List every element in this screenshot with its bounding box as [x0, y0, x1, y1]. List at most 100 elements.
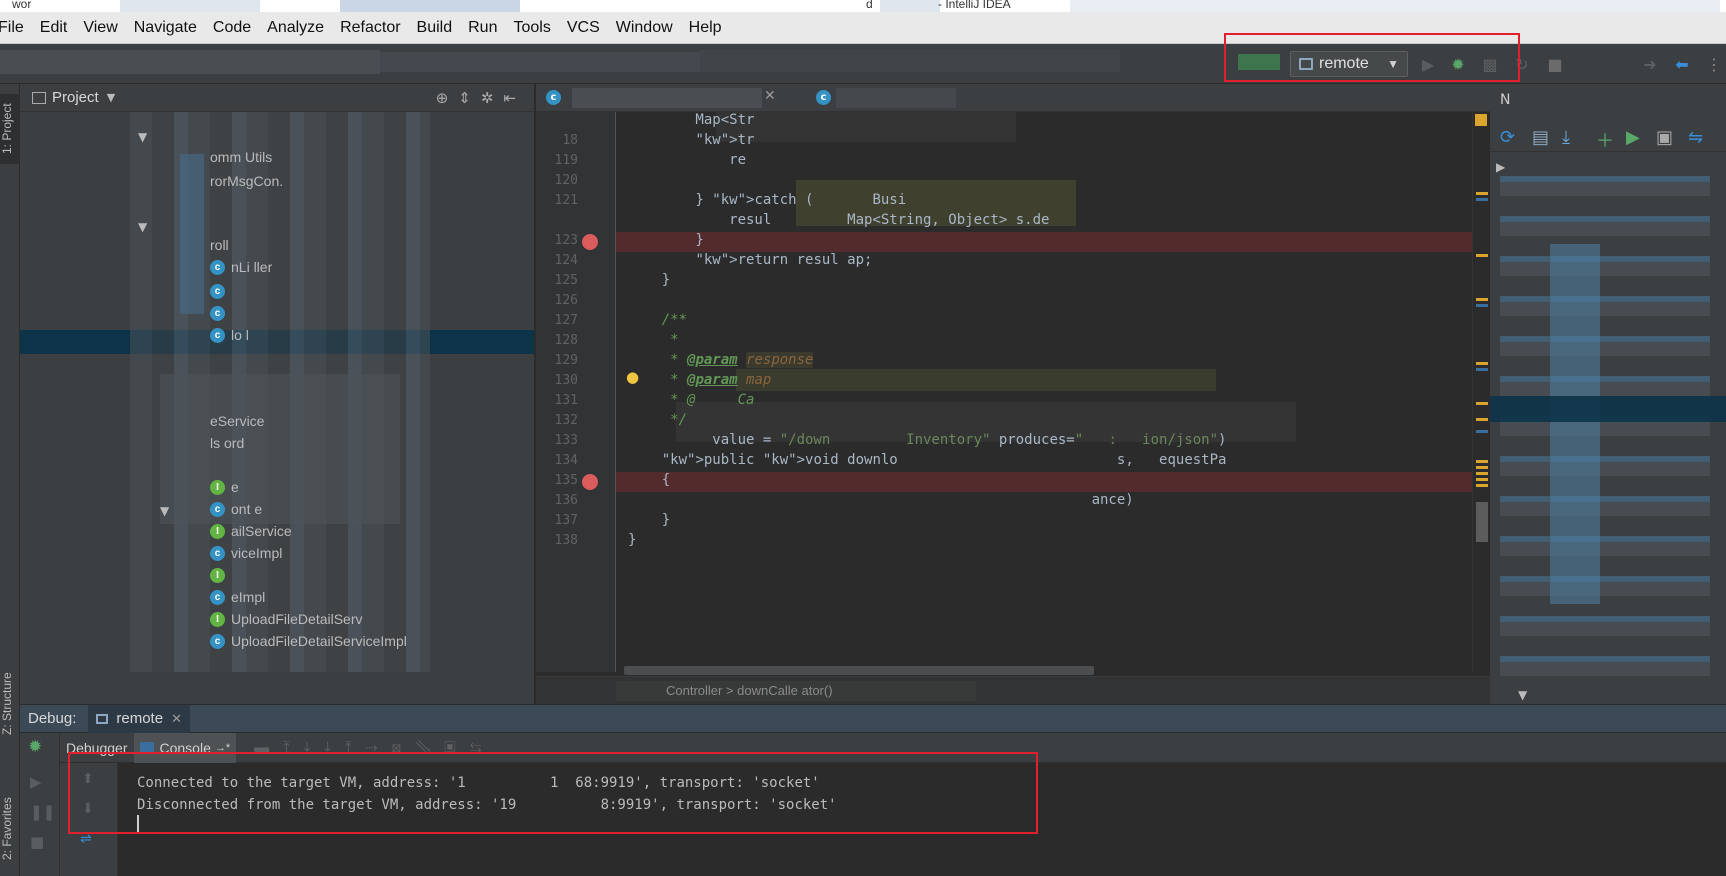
console-tab-label: Console: [159, 739, 211, 756]
rerun-icon[interactable]: ↻: [1512, 54, 1532, 74]
code-line: Map<Str: [628, 112, 755, 128]
line-number: 130: [554, 373, 578, 388]
class-icon: c: [210, 327, 225, 343]
folder-icon[interactable]: ▤: [1532, 127, 1549, 148]
run-config-label: remote: [1319, 55, 1369, 72]
tree-expand-icon[interactable]: ▼: [138, 130, 147, 144]
menu-tools[interactable]: Tools: [513, 19, 550, 37]
menu-analyze[interactable]: Analyze: [267, 19, 324, 37]
tree-node[interactable]: I e: [210, 476, 239, 498]
structure-tool-tab[interactable]: Z: Structure: [0, 664, 20, 744]
tree-expand-icon[interactable]: ▼: [138, 220, 147, 234]
more-icon[interactable]: ⋮: [1704, 54, 1724, 74]
project-tool-tab[interactable]: 1: Project: [0, 94, 20, 164]
menu-window[interactable]: Window: [616, 19, 673, 37]
class-icon: c: [210, 633, 225, 649]
window-title-bar: wor d - IntelliJ IDEA: [0, 0, 1726, 12]
close-icon[interactable]: ✕: [171, 711, 182, 727]
menu-help[interactable]: Help: [689, 19, 722, 37]
stop-icon[interactable]: ■: [1545, 54, 1565, 74]
tree-node[interactable]: c viceImpl: [210, 542, 282, 564]
run-config-selector[interactable]: remote ▼: [1290, 51, 1408, 77]
code-editor[interactable]: c ✕ c 18 119 120 121 123 124 125 126 127 128 129 13…: [536, 84, 1490, 704]
console-output[interactable]: ⬆ ⬇ ⇌ Connected to the target VM, addres…: [60, 763, 1726, 876]
tree-node[interactable]: c: [210, 280, 231, 302]
tree-expand-icon[interactable]: ▼: [160, 504, 169, 518]
tree-node[interactable]: c: [210, 302, 231, 324]
breakpoint-icon[interactable]: [582, 474, 598, 490]
menu-navigate[interactable]: Navigate: [134, 19, 197, 37]
project-title[interactable]: Project: [52, 89, 99, 106]
breakpoint-icon[interactable]: [582, 234, 598, 250]
line-number: 124: [554, 253, 578, 268]
debug-actions-sidebar: ✹ ▶ ❚❚ ■: [20, 733, 60, 876]
scroll-up-icon[interactable]: ⬆: [82, 771, 94, 787]
stepping-toolbar-icons[interactable]: ▬⤒⤓⤓⤒⤑⊠⇘▣⇆: [254, 739, 495, 756]
menu-code[interactable]: Code: [213, 19, 251, 37]
tab-debugger[interactable]: Debugger: [60, 733, 134, 763]
download-icon[interactable]: ⤓: [1562, 127, 1570, 148]
tree-node[interactable]: I ailService: [210, 520, 292, 542]
menu-view[interactable]: View: [83, 19, 117, 37]
tree-node[interactable]: eService: [210, 410, 264, 432]
tree-node[interactable]: I UploadFileDetailServ: [210, 608, 363, 630]
soft-wrap-icon[interactable]: ⇌: [80, 831, 92, 847]
terminal-icon[interactable]: ▣: [1656, 127, 1673, 148]
line-number: 120: [554, 173, 578, 188]
horizontal-scrollbar[interactable]: [624, 666, 1094, 675]
class-icon: c: [210, 283, 225, 299]
tree-node[interactable]: c nLi ller: [210, 256, 272, 278]
menu-refactor[interactable]: Refactor: [340, 19, 400, 37]
debug-bug-icon[interactable]: ✹: [1448, 54, 1468, 74]
left-tool-strip: 1: Project Z: Structure 2: Favorites: [0, 84, 20, 876]
tree-expand-icon[interactable]: ▶: [1496, 160, 1505, 174]
tree-expand-icon[interactable]: ▼: [1518, 688, 1527, 702]
debug-title-bar: Debug: remote ✕: [20, 704, 1726, 733]
tree-node[interactable]: c ont e: [210, 498, 262, 520]
code-line: }: [628, 272, 671, 288]
favorites-tool-tab[interactable]: 2: Favorites: [0, 789, 20, 869]
scroll-down-icon[interactable]: ⬇: [82, 801, 94, 817]
class-icon: c: [210, 259, 225, 275]
forward-icon[interactable]: ➜: [1640, 54, 1660, 74]
tree-node[interactable]: c lo l: [210, 324, 249, 346]
debug-bug-icon[interactable]: ✹: [28, 737, 42, 757]
tree-node[interactable]: roll: [210, 234, 229, 256]
close-tab-icon[interactable]: ✕: [764, 88, 776, 104]
refresh-icon[interactable]: ⟳: [1500, 127, 1515, 148]
error-stripe: [1472, 112, 1490, 672]
run-icon[interactable]: ▶: [1418, 54, 1438, 74]
tree-node[interactable]: ls ord: [210, 432, 244, 454]
menu-vcs[interactable]: VCS: [567, 19, 600, 37]
editor-breadcrumb: Controller > downCalle ator(): [536, 676, 1490, 704]
tree-node[interactable]: c eImpl: [210, 586, 265, 608]
plus-icon[interactable]: ＋: [1596, 127, 1614, 153]
line-number: 133: [554, 433, 578, 448]
project-header: Project ▼ ⊕⇕✲⇤: [20, 84, 534, 112]
project-view-icon: [32, 91, 46, 104]
tree-node[interactable]: rorMsgCon.: [210, 170, 283, 192]
menu-build[interactable]: Build: [417, 19, 453, 37]
tree-node[interactable]: I: [210, 564, 231, 586]
chevron-down-icon[interactable]: ▼: [107, 91, 115, 104]
line-number: 129: [554, 353, 578, 368]
remote-config-icon: [96, 713, 109, 724]
menu-edit[interactable]: Edit: [40, 19, 68, 37]
toggle-icon[interactable]: ⇋: [1688, 127, 1703, 148]
tree-node[interactable]: omm Utils: [210, 146, 272, 168]
tab-console[interactable]: Console →*: [133, 732, 237, 763]
tree-node[interactable]: c UploadFileDetailServiceImpl: [210, 630, 407, 652]
breadcrumb-text[interactable]: Controller > downCalle ator(): [666, 683, 833, 698]
breakpoint-line-highlight: [616, 472, 1476, 492]
project-header-actions[interactable]: ⊕⇕✲⇤: [436, 89, 526, 107]
coverage-icon[interactable]: ▩: [1480, 54, 1500, 74]
menu-run[interactable]: Run: [468, 19, 497, 37]
back-icon[interactable]: ⬅: [1672, 54, 1692, 74]
stop-icon[interactable]: ■: [30, 833, 44, 851]
interface-icon: I: [210, 611, 225, 627]
menu-file[interactable]: File: [0, 19, 24, 37]
pause-icon[interactable]: ❚❚: [30, 803, 55, 821]
run-icon[interactable]: ▶: [1626, 127, 1640, 148]
debug-session-tab[interactable]: remote ✕: [88, 704, 190, 733]
resume-icon[interactable]: ▶: [30, 773, 42, 791]
